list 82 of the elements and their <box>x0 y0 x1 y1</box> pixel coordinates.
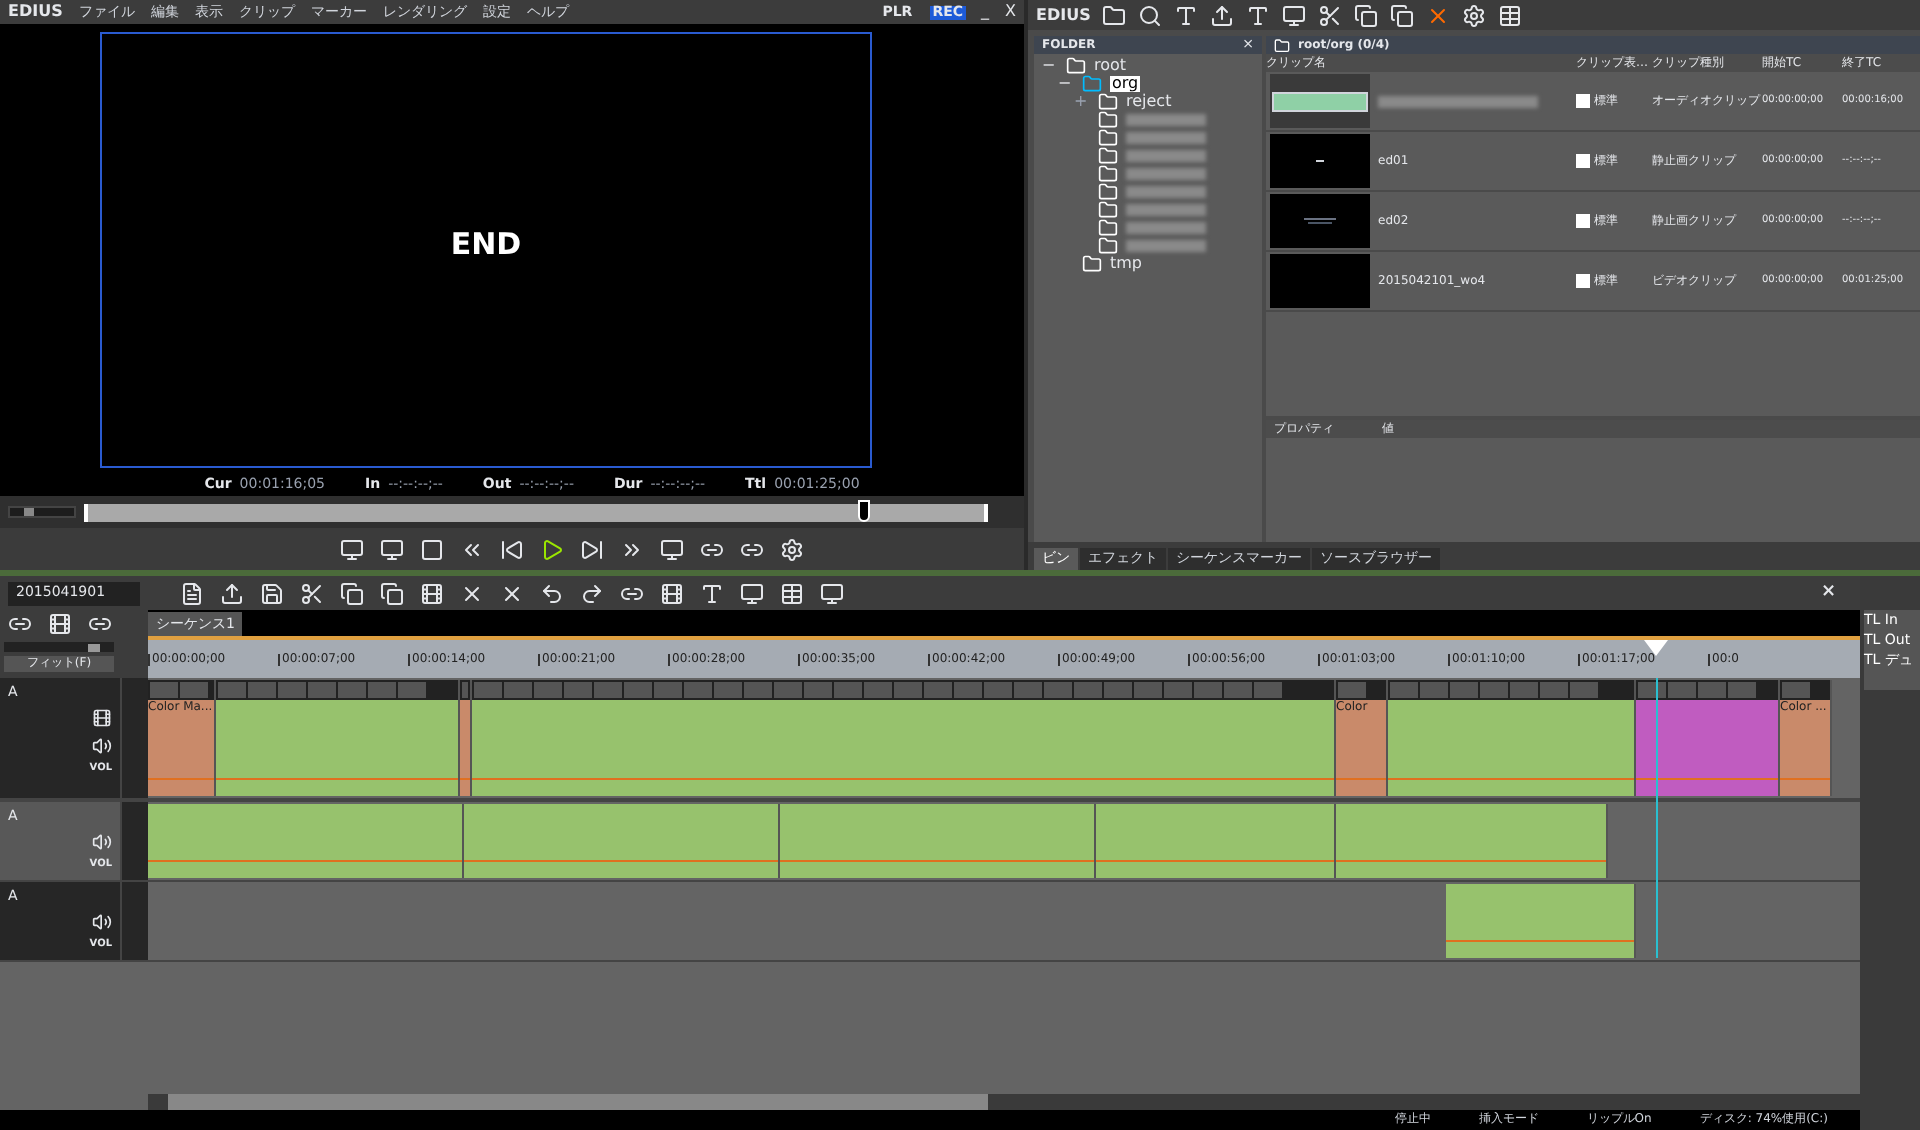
step-back-icon[interactable] <box>500 537 524 561</box>
color-matte-clip[interactable] <box>460 680 472 796</box>
video-clip[interactable] <box>1388 680 1636 796</box>
folder-name[interactable]: tmp <box>1110 255 1143 271</box>
cut-icon[interactable] <box>300 581 324 605</box>
audio-clip[interactable] <box>464 804 780 878</box>
close-button[interactable]: × <box>1820 584 1852 602</box>
properties-icon[interactable] <box>1462 3 1487 27</box>
title-icon[interactable] <box>1174 3 1199 27</box>
still-thumbnail <box>1270 194 1370 248</box>
speaker-icon[interactable] <box>92 832 112 852</box>
still-thumbnail <box>1270 134 1370 188</box>
minimize-button[interactable]: _ <box>981 4 990 20</box>
copy-icon[interactable] <box>340 581 364 605</box>
grid-icon[interactable] <box>780 581 804 605</box>
redo-icon[interactable] <box>580 581 604 605</box>
delete-icon[interactable] <box>460 581 484 605</box>
slider-thumb[interactable] <box>87 643 100 651</box>
audio-thumbnail <box>1270 74 1370 128</box>
folder-icon <box>1098 145 1118 165</box>
cut-icon[interactable] <box>1318 3 1343 27</box>
undo-icon[interactable] <box>540 581 564 605</box>
horizontal-scrollbar[interactable] <box>148 1094 1860 1110</box>
text-icon[interactable] <box>1246 3 1271 27</box>
app-logo: EDIUS <box>8 4 63 20</box>
paste-icon[interactable] <box>380 581 404 605</box>
title-clip[interactable] <box>1636 680 1780 796</box>
expander[interactable]: − <box>1042 57 1058 73</box>
folder-icon <box>1098 235 1118 255</box>
folder-icon <box>1098 181 1118 201</box>
folder-icon <box>1274 37 1290 53</box>
checkbox[interactable] <box>1576 214 1590 228</box>
zoom-slider[interactable] <box>4 642 114 652</box>
paste-icon[interactable] <box>1390 3 1415 27</box>
app-logo: EDIUS <box>1036 7 1091 23</box>
zoom-slider[interactable] <box>8 506 76 518</box>
speaker-icon[interactable] <box>92 736 112 756</box>
checkbox[interactable] <box>1576 94 1590 108</box>
track-link-cell[interactable] <box>120 678 148 798</box>
folder-icon <box>1098 91 1118 111</box>
play-icon[interactable] <box>540 537 564 561</box>
frame-text: END <box>450 230 522 260</box>
close-button[interactable]: X <box>1005 4 1016 20</box>
step-forward-icon[interactable] <box>580 537 604 561</box>
folder-icon <box>1082 253 1102 273</box>
expander[interactable]: − <box>1058 75 1074 91</box>
search-icon[interactable] <box>1138 3 1163 27</box>
folder-icon <box>1066 55 1086 75</box>
folder-icon <box>1098 109 1118 129</box>
import-icon[interactable] <box>1210 3 1235 27</box>
video-thumbnail <box>1270 254 1370 308</box>
folder-icon <box>1098 199 1118 219</box>
video-clip[interactable] <box>216 680 460 796</box>
delete-icon[interactable] <box>1426 3 1451 27</box>
folder-name[interactable]: root <box>1094 57 1127 73</box>
folder-icon[interactable] <box>1102 3 1127 27</box>
scrubber-handle[interactable] <box>858 499 871 521</box>
folder-icon <box>1098 127 1118 147</box>
save-icon[interactable] <box>260 581 284 605</box>
playhead-marker[interactable] <box>1644 640 1668 656</box>
folder-name[interactable]: reject <box>1126 93 1172 109</box>
copy-icon[interactable] <box>1354 3 1379 27</box>
folder-icon <box>1082 73 1102 93</box>
audio-clip[interactable] <box>780 804 1096 878</box>
stop-icon[interactable] <box>420 537 444 561</box>
options-icon[interactable] <box>780 537 804 561</box>
checkbox[interactable] <box>1576 274 1590 288</box>
audio-clip[interactable] <box>1336 804 1608 878</box>
video-clip[interactable] <box>472 680 1336 796</box>
speaker-icon[interactable] <box>92 912 112 932</box>
folder-icon <box>1098 163 1118 183</box>
video-icon[interactable] <box>92 708 112 728</box>
folder-icon <box>1098 217 1118 237</box>
slider-thumb[interactable] <box>24 508 34 516</box>
audio-clip[interactable] <box>1096 804 1336 878</box>
title-icon[interactable] <box>700 581 724 605</box>
checkbox[interactable] <box>1576 154 1590 168</box>
audio-clip[interactable] <box>148 804 464 878</box>
folder-name[interactable]: org <box>1110 75 1141 91</box>
new-icon[interactable] <box>180 581 204 605</box>
audio-clip[interactable] <box>1446 884 1636 958</box>
scrubber-track[interactable] <box>84 503 988 521</box>
